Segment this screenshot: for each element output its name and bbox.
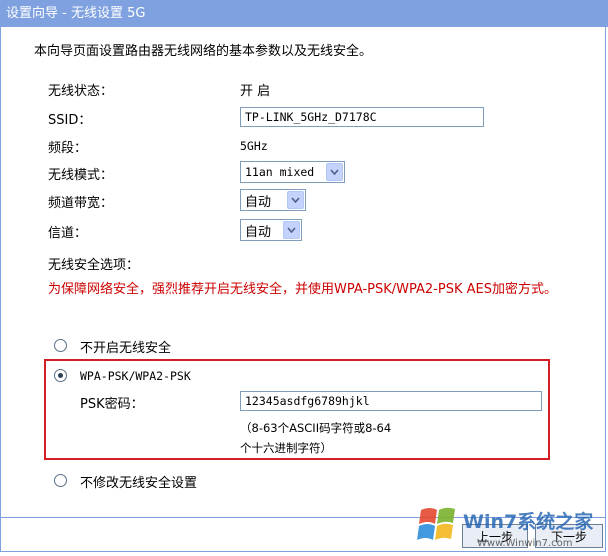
bandwidth-select[interactable]: 自动 [240, 189, 306, 211]
security-warning: 为保障网络安全，强烈推荐开启无线安全，并使用WPA-PSK/WPA2-PSK A… [48, 282, 557, 297]
band-label: 频段： [48, 141, 88, 156]
channel-value: 自动 [245, 224, 272, 240]
wireless-status-label: 无线状态： [48, 84, 114, 99]
watermark-logo: Win7系统之家 Www.Winwin7.com [415, 500, 605, 552]
watermark-main-text: Win7系统之家 [463, 510, 594, 533]
psk-hint-line1: （8-63个ASCII码字符或8-64 [240, 421, 392, 435]
wireless-mode-label: 无线模式： [48, 168, 114, 183]
page-title: 设置向导 - 无线设置 5G [6, 6, 146, 21]
radio-keep-security-label: 不修改无线安全设置 [80, 476, 198, 491]
radio-no-security-label: 不开启无线安全 [80, 341, 172, 356]
page-title-bar: 设置向导 - 无线设置 5G [0, 0, 608, 27]
wireless-status-value: 开 启 [240, 84, 271, 99]
ssid-label: SSID： [48, 113, 92, 128]
psk-password-input[interactable]: 12345asdfg6789hjkl [240, 391, 542, 411]
ssid-input[interactable]: TP-LINK_5GHz_D7178C [240, 107, 484, 127]
wireless-mode-value: 11an mixed [245, 165, 315, 179]
channel-label: 信道： [48, 226, 88, 241]
channel-select[interactable]: 自动 [240, 219, 302, 241]
psk-hint-line2: 个十六进制字符） [240, 441, 332, 455]
watermark-url-text: Www.Winwin7.com [477, 538, 572, 549]
bandwidth-value: 自动 [245, 194, 272, 210]
chevron-down-icon[interactable] [283, 221, 300, 239]
chevron-down-icon[interactable] [287, 191, 304, 209]
bandwidth-label: 频道带宽： [48, 196, 114, 211]
chevron-down-icon[interactable] [326, 163, 343, 181]
psk-password-label: PSK密码： [80, 397, 144, 412]
wireless-mode-select[interactable]: 11an mixed [240, 161, 345, 183]
band-value: 5GHz [240, 139, 268, 153]
radio-no-security[interactable] [54, 339, 67, 352]
security-section-label: 无线安全选项： [48, 258, 140, 273]
radio-keep-security[interactable] [54, 474, 67, 487]
radio-wpa-psk-label: WPA-PSK/WPA2-PSK [80, 369, 191, 383]
radio-wpa-psk[interactable] [54, 369, 67, 382]
intro-text: 本向导页面设置路由器无线网络的基本参数以及无线安全。 [34, 44, 373, 59]
